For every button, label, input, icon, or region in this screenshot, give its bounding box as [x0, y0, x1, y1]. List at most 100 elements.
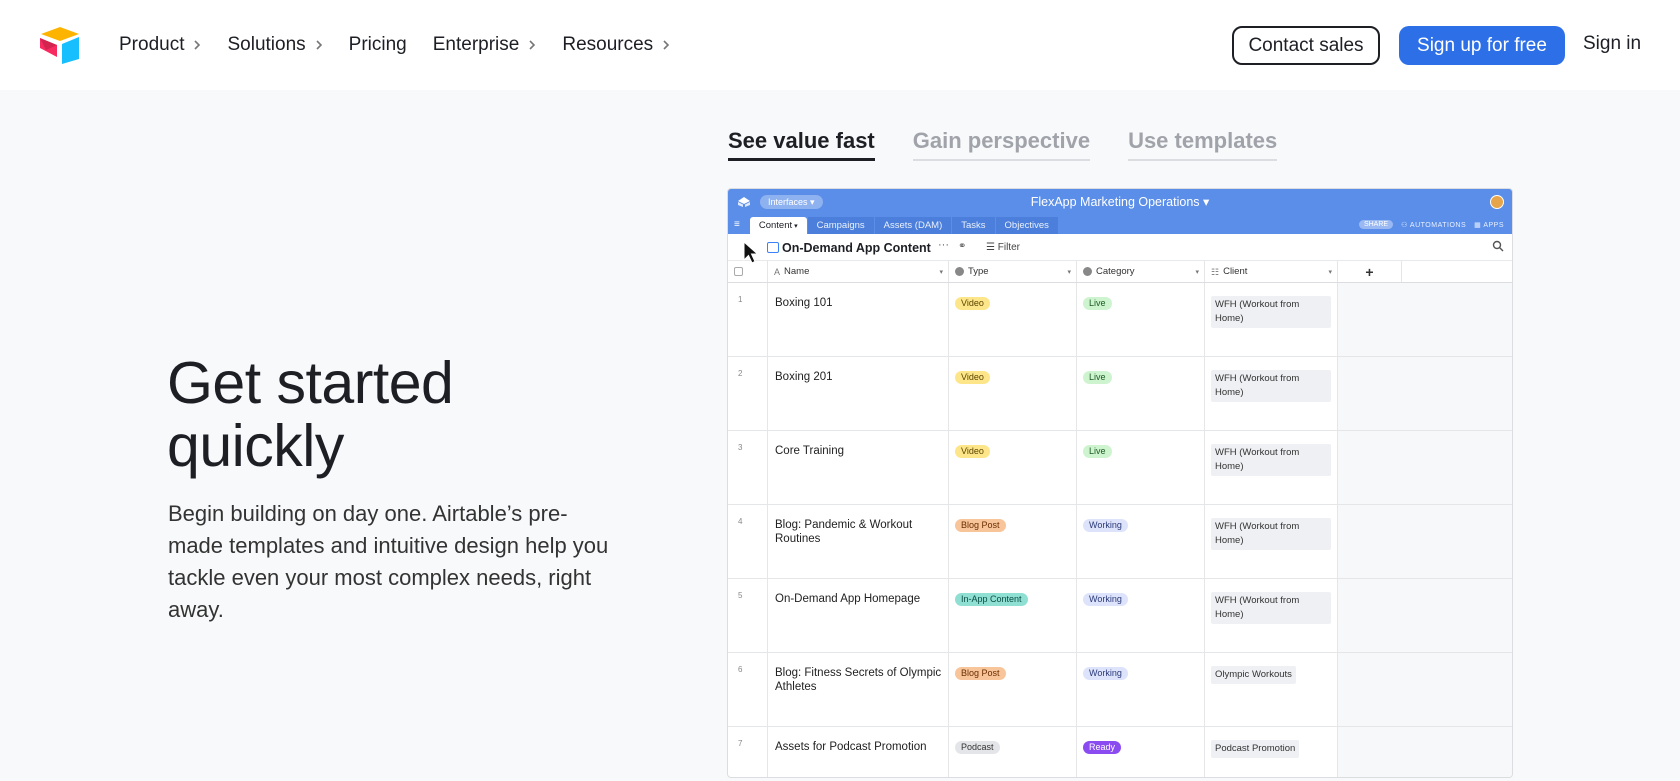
feature-tabs: See value fast Gain perspective Use templa…	[728, 128, 1278, 161]
cell-type[interactable]: Video	[949, 431, 1077, 504]
type-tag: Video	[955, 445, 990, 458]
chevron-down-icon[interactable]: ▾	[1328, 268, 1332, 276]
cell-name[interactable]: Boxing 201	[768, 357, 949, 430]
app-title[interactable]: FlexApp Marketing Operations ▾	[728, 194, 1512, 209]
cell-client[interactable]: WFH (Workout from Home)	[1205, 579, 1338, 652]
automations-link[interactable]: ⚇ AUTOMATIONS	[1401, 221, 1466, 229]
plus-icon: +	[1365, 263, 1374, 280]
column-header-client[interactable]: ☷ Client ▾	[1205, 261, 1338, 282]
grid-body: 1 Boxing 101 Video Live WFH (Workout from Ho…	[728, 283, 1512, 777]
mouse-cursor-icon	[743, 241, 759, 264]
sign-in-link[interactable]: Sign in	[1583, 33, 1641, 55]
cell-type[interactable]: Blog Post	[949, 505, 1077, 578]
client-chip: Podcast Promotion	[1211, 740, 1300, 758]
row-number: 1	[728, 283, 768, 356]
nav-item-pricing[interactable]: Pricing	[349, 34, 407, 56]
cell-category[interactable]: Live	[1077, 283, 1205, 356]
cell-category[interactable]: Live	[1077, 357, 1205, 430]
contact-sales-button[interactable]: Contact sales	[1232, 26, 1380, 65]
tab-gain-perspective[interactable]: Gain perspective	[912, 128, 1091, 161]
table-row[interactable]: 2 Boxing 201 Video Live WFH (Workout from Ho…	[728, 357, 1512, 431]
type-tag: Blog Post	[955, 519, 1006, 532]
cell-client[interactable]: WFH (Workout from Home)	[1205, 431, 1338, 504]
table-row[interactable]: 4 Blog: Pandemic & Workout Routines Blog P…	[728, 505, 1512, 579]
cell-name[interactable]: Boxing 101	[768, 283, 949, 356]
tab-see-value-fast[interactable]: See value fast	[728, 128, 875, 161]
cell-name[interactable]: Blog: Pandemic & Workout Routines	[768, 505, 949, 578]
client-chip: WFH (Workout from Home)	[1211, 444, 1331, 476]
cell-client[interactable]: WFH (Workout from Home)	[1205, 357, 1338, 430]
app-tab-label: Campaigns	[816, 220, 865, 231]
nav-item-solutions[interactable]: Solutions	[227, 34, 322, 56]
nav-item-product[interactable]: Product	[119, 34, 201, 56]
table-row[interactable]: 6 Blog: Fitness Secrets of Olympic Athlet…	[728, 653, 1512, 727]
cell-type[interactable]: Blog Post	[949, 653, 1077, 726]
client-chip: WFH (Workout from Home)	[1211, 370, 1331, 402]
cell-type[interactable]: Video	[949, 283, 1077, 356]
cell-type[interactable]: In-App Content	[949, 579, 1077, 652]
app-table-tabs: ≡ Content ▾ Campaigns Assets (DAM) Tasks Obj…	[734, 215, 1059, 234]
people-icon[interactable]: ⚭	[958, 241, 966, 252]
category-tag: Working	[1083, 593, 1128, 606]
view-name[interactable]: On-Demand App Content	[782, 241, 931, 255]
cell-category[interactable]: Live	[1077, 431, 1205, 504]
apps-link[interactable]: ▦ APPS	[1474, 221, 1504, 229]
tab-use-templates[interactable]: Use templates	[1128, 128, 1278, 161]
cell-name[interactable]: Assets for Podcast Promotion	[768, 727, 949, 777]
category-tag: Live	[1083, 445, 1112, 458]
row-number: 5	[728, 579, 768, 652]
client-chip: WFH (Workout from Home)	[1211, 296, 1331, 328]
app-tab-campaigns[interactable]: Campaigns	[807, 217, 874, 234]
chevron-down-icon[interactable]: ▾	[1067, 268, 1071, 276]
cell-client[interactable]: Podcast Promotion	[1205, 727, 1338, 777]
app-tab-assets-dam-[interactable]: Assets (DAM)	[874, 217, 952, 234]
cell-type[interactable]: Video	[949, 357, 1077, 430]
client-chip: Olympic Workouts	[1211, 666, 1296, 684]
cell-type[interactable]: Podcast	[949, 727, 1077, 777]
menu-icon[interactable]: ≡	[734, 216, 740, 234]
cell-name[interactable]: Blog: Fitness Secrets of Olympic Athlete…	[768, 653, 949, 726]
view-toolbar: On-Demand App Content ··· ⚭ ☰ Filter	[728, 234, 1512, 261]
add-column-button[interactable]: +	[1338, 261, 1402, 282]
nav-item-resources[interactable]: Resources	[562, 34, 670, 56]
header-filler	[1402, 261, 1512, 282]
avatar[interactable]	[1490, 195, 1504, 209]
table-row[interactable]: 1 Boxing 101 Video Live WFH (Workout from Ho…	[728, 283, 1512, 357]
column-header-category[interactable]: Category ▾	[1077, 261, 1205, 282]
filter-button[interactable]: ☰ Filter	[986, 242, 1020, 253]
cell-client[interactable]: WFH (Workout from Home)	[1205, 283, 1338, 356]
table-row[interactable]: 5 On-Demand App Homepage In-App Content Wor…	[728, 579, 1512, 653]
app-tab-objectives[interactable]: Objectives	[995, 217, 1058, 234]
headline-line-1: Get started	[167, 350, 454, 416]
airtable-logo[interactable]	[38, 26, 82, 64]
cell-category[interactable]: Working	[1077, 653, 1205, 726]
search-icon[interactable]	[1492, 240, 1504, 252]
table-row[interactable]: 3 Core Training Video Live WFH (Workout from…	[728, 431, 1512, 505]
cell-client[interactable]: Olympic Workouts	[1205, 653, 1338, 726]
table-row[interactable]: 7 Assets for Podcast Promotion Podcast Read…	[728, 727, 1512, 777]
apps-label: APPS	[1483, 221, 1504, 229]
cell-category[interactable]: Ready	[1077, 727, 1205, 777]
more-options-icon[interactable]: ···	[938, 239, 949, 251]
sign-up-button[interactable]: Sign up for free	[1399, 26, 1565, 65]
nav-item-enterprise[interactable]: Enterprise	[433, 34, 537, 56]
app-tab-label: Assets (DAM)	[883, 220, 943, 231]
app-tab-content[interactable]: Content ▾	[749, 217, 807, 234]
cell-name[interactable]: On-Demand App Homepage	[768, 579, 949, 652]
column-header-name[interactable]: A Name ▾	[768, 261, 949, 282]
chevron-down-icon[interactable]: ▾	[1195, 268, 1199, 276]
column-header-type[interactable]: Type ▾	[949, 261, 1077, 282]
cell-name[interactable]: Core Training	[768, 431, 949, 504]
single-select-icon	[955, 267, 964, 276]
cell-category[interactable]: Working	[1077, 579, 1205, 652]
chevron-down-icon[interactable]: ▾	[939, 268, 943, 276]
select-all-checkbox[interactable]	[734, 267, 743, 276]
share-button[interactable]: SHARE	[1358, 220, 1394, 229]
cell-client[interactable]: WFH (Workout from Home)	[1205, 505, 1338, 578]
cell-category[interactable]: Working	[1077, 505, 1205, 578]
category-tag: Live	[1083, 297, 1112, 310]
single-select-icon	[1083, 267, 1092, 276]
client-chip: WFH (Workout from Home)	[1211, 518, 1331, 550]
type-tag: Blog Post	[955, 667, 1006, 680]
app-tab-tasks[interactable]: Tasks	[952, 217, 995, 234]
